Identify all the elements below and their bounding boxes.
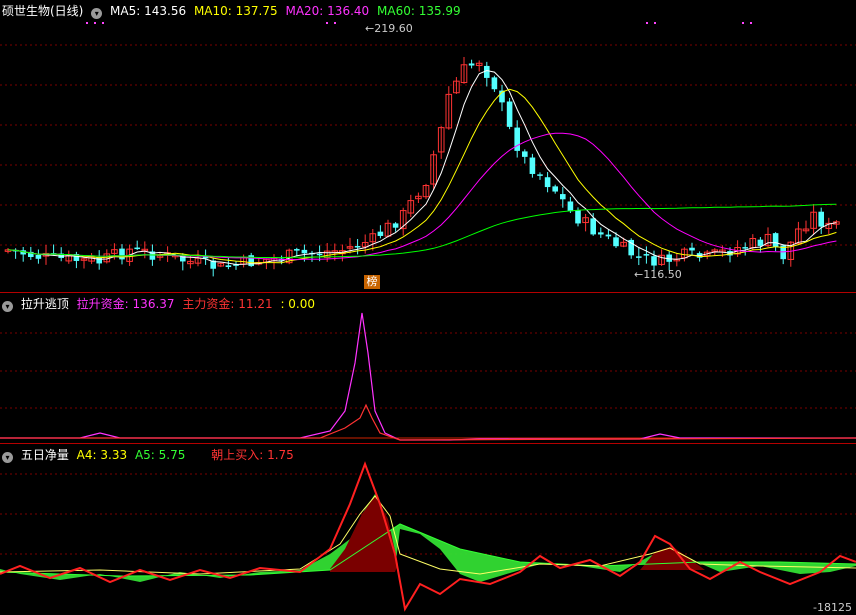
zhuli-legend: 主力资金: 11.21 <box>182 297 273 311</box>
ma60-legend: MA60: 135.99 <box>377 4 461 18</box>
buy-legend: 朝上买入: 1.75 <box>211 448 294 462</box>
candle-body <box>134 247 140 250</box>
lasheng-line <box>0 312 856 441</box>
candle-body <box>119 248 125 260</box>
candle-body <box>522 151 528 157</box>
volume-red-area <box>330 496 398 572</box>
candle-body <box>567 201 574 212</box>
candle-body <box>529 157 536 174</box>
bottom-value-label: -18125 <box>813 601 852 614</box>
candle-body <box>818 211 824 227</box>
ma5-legend: MA5: 143.56 <box>110 4 187 18</box>
stock-title: 硕世生物(日线) <box>2 4 84 18</box>
candle-body <box>742 247 748 249</box>
chevron-down-icon[interactable]: ▾ <box>91 8 103 19</box>
signal-dot <box>86 22 88 24</box>
candle-body <box>491 77 498 90</box>
low-price-marker: ←116.50 <box>634 268 682 281</box>
indicator1-header: ▾ 拉升逃顶 拉升资金: 136.37 主力资金: 11.21 : 0.00 <box>2 295 319 313</box>
candle-body <box>651 256 657 266</box>
candle-body <box>514 127 520 151</box>
candle-body <box>689 247 695 251</box>
candle-body <box>316 253 323 256</box>
candle-body <box>301 249 308 254</box>
indicator2-title: 五日净量 <box>20 448 69 462</box>
indicator2-header: ▾ 五日净量 A4: 3.33 A5: 5.75 朝上买入: 1.75 <box>2 446 298 464</box>
candle-body <box>598 232 604 235</box>
signal-dot <box>742 22 744 24</box>
a5-legend: A5: 5.75 <box>134 448 186 462</box>
zhuli-line <box>0 403 856 441</box>
ma10-line <box>7 88 837 264</box>
indicator-panel-wuri[interactable]: ▾ 五日净量 A4: 3.33 A5: 5.75 朝上买入: 1.75 -181… <box>0 444 856 615</box>
candle-body <box>225 265 232 268</box>
ma5-line <box>7 69 837 266</box>
candle-body <box>506 101 513 127</box>
candle-body <box>605 234 612 237</box>
signal-dot <box>646 22 648 24</box>
ma10-legend: MA10: 137.75 <box>193 4 278 18</box>
chevron-down-icon[interactable]: ▾ <box>2 301 13 312</box>
candle-body <box>377 231 384 236</box>
signal-dot <box>94 22 96 24</box>
ma20-line <box>7 132 837 261</box>
candle-body <box>537 174 543 176</box>
lasheng-indicator-chart[interactable] <box>0 293 856 443</box>
ma20-legend: MA20: 136.40 <box>285 4 370 18</box>
third-legend: : 0.00 <box>280 297 316 311</box>
signal-dot <box>326 22 328 24</box>
indicator1-title: 拉升逃顶 <box>20 297 69 311</box>
candlestick-chart[interactable] <box>0 0 856 292</box>
indicator-panel-lasheng[interactable]: ▾ 拉升逃顶 拉升资金: 136.37 主力资金: 11.21 : 0.00 <box>0 293 856 443</box>
candle-body <box>468 63 475 66</box>
candle-body <box>590 218 596 235</box>
candle-body <box>354 246 361 248</box>
a4-legend: A4: 3.33 <box>76 448 128 462</box>
candle-body <box>544 177 551 188</box>
candle-body <box>636 256 642 258</box>
signal-dot <box>750 22 752 24</box>
signal-dot <box>102 22 104 24</box>
candle-body <box>552 186 558 192</box>
candle-body <box>575 210 581 224</box>
candle-body <box>613 237 619 247</box>
chevron-down-icon[interactable]: ▾ <box>2 452 13 463</box>
candle-body <box>294 249 300 251</box>
main-chart-panel[interactable]: 硕世生物(日线) ▾ MA5: 143.56 MA10: 137.75 MA20… <box>0 0 856 292</box>
lasheng-legend: 拉升资金: 136.37 <box>76 297 175 311</box>
main-chart-header: 硕世生物(日线) ▾ MA5: 143.56 MA10: 137.75 MA20… <box>2 2 465 20</box>
candle-body <box>772 233 779 247</box>
candle-body <box>392 223 399 228</box>
candle-body <box>757 239 764 246</box>
candle-body <box>560 194 566 200</box>
wuri-indicator-chart[interactable] <box>0 444 856 615</box>
rank-badge[interactable]: 榜 <box>364 275 380 289</box>
signal-dot <box>654 22 656 24</box>
candle-body <box>643 254 650 256</box>
signal-dot <box>334 22 336 24</box>
candle-body <box>35 254 42 259</box>
high-price-marker: ←219.60 <box>365 22 413 35</box>
candle-body <box>484 65 490 78</box>
